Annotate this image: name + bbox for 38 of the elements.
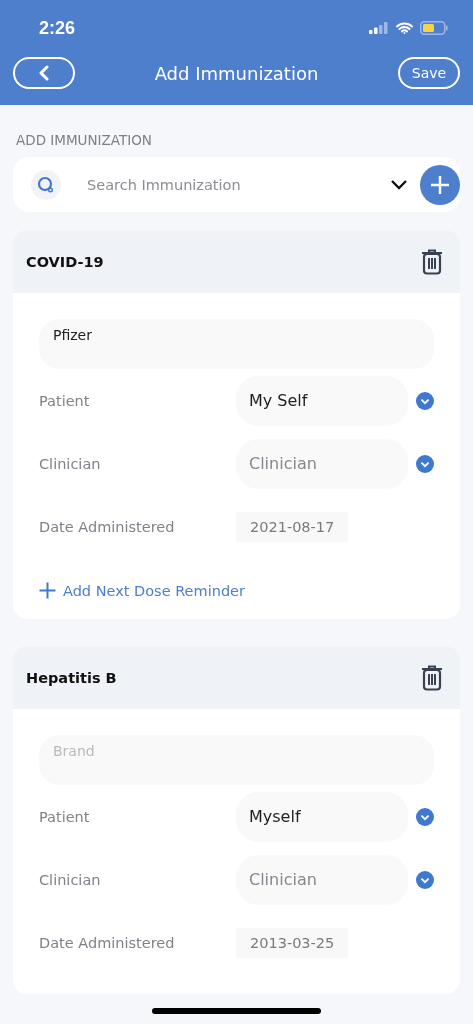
vaccine-name: Hepatitis B	[26, 669, 117, 686]
add-button[interactable]	[420, 164, 460, 205]
dropdown-icon[interactable]	[416, 390, 434, 411]
add-reminder-link[interactable]: Add Next Dose Reminder	[39, 582, 434, 599]
patient-select[interactable]: My Self	[236, 375, 408, 426]
field-label: Clinician	[39, 871, 101, 888]
dropdown-icon[interactable]	[416, 806, 434, 827]
search-icon	[31, 169, 61, 200]
section-label: ADD IMMUNIZATION	[16, 132, 153, 148]
dropdown-chevron-icon[interactable]	[390, 179, 408, 190]
brand-field[interactable]: Pfizer	[39, 319, 434, 369]
field-label: Patient	[39, 808, 90, 825]
back-icon	[39, 65, 49, 81]
field-label: Date Administered	[39, 934, 175, 951]
trash-icon[interactable]	[421, 248, 443, 275]
plus-icon	[39, 582, 56, 599]
battery-icon	[420, 21, 448, 35]
clinician-select[interactable]: Clinician	[236, 438, 408, 489]
trash-icon[interactable]	[421, 664, 443, 691]
vaccine-name: COVID-19	[26, 253, 104, 270]
wifi-icon	[396, 22, 413, 34]
clinician-select[interactable]: Clinician	[236, 854, 408, 905]
brand-field[interactable]: Brand	[39, 735, 434, 785]
field-label: Clinician	[39, 455, 101, 472]
signal-icon	[369, 22, 389, 34]
screen-title: Add Immunization	[154, 62, 319, 84]
dropdown-icon[interactable]	[416, 869, 434, 890]
save-button[interactable]: Save	[398, 57, 460, 89]
plus-icon	[430, 174, 450, 195]
date-field[interactable]: 2013-03-25	[236, 927, 349, 958]
status-time: 2:26	[39, 17, 76, 39]
search-field[interactable]: Search Immunization	[85, 175, 390, 194]
field-label: Date Administered	[39, 518, 175, 535]
field-label: Patient	[39, 392, 90, 409]
date-field[interactable]: 2021-08-17	[236, 511, 349, 542]
dropdown-icon[interactable]	[416, 453, 434, 474]
patient-select[interactable]: Myself	[236, 791, 408, 842]
back-button[interactable]	[13, 57, 75, 89]
